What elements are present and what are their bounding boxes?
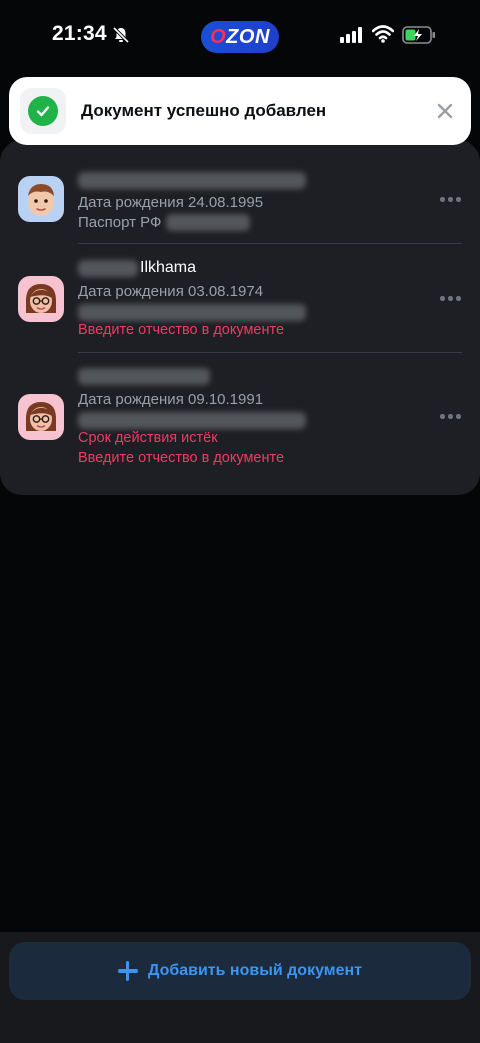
birth-date: Дата рождения 03.08.1974 [78,283,264,300]
add-document-button[interactable]: Добавить новый документ [9,942,471,1000]
document-item[interactable]: Дата рождения 09.10.1991 Срок действия и… [16,366,462,472]
divider [78,352,462,353]
male-avatar [18,176,64,222]
warning-text: Срок действия истёк [78,430,218,446]
document-item[interactable]: Ilkhama Дата рождения 03.08.1974 Введите… [16,258,462,343]
blurred-document-number [78,412,306,429]
more-options-icon[interactable] [440,296,462,302]
blurred-name [78,172,306,189]
status-time: 21:34 [52,22,107,45]
status-bar: 21:34 O ZON [0,0,480,72]
check-circle-icon [28,96,58,126]
document-name: Ilkhama [140,259,197,276]
toast-icon-container [20,88,66,134]
female-avatar [18,394,64,440]
birth-date: Дата рождения 24.08.1995 [78,194,264,211]
warning-text: Введите отчество в документе [78,322,285,338]
more-options-icon[interactable] [440,414,462,420]
plus-icon [117,961,138,981]
document-item[interactable]: Дата рождения 24.08.1995 Паспорт РФ [16,170,462,240]
blurred-name [78,368,210,385]
success-toast: Документ успешно добавлен [9,77,471,145]
blurred-document-number [166,214,250,231]
signal-icon [340,27,362,43]
divider [78,243,462,244]
bell-muted-icon [112,26,130,44]
battery-charging-icon [402,26,435,44]
birth-date: Дата рождения 09.10.1991 [78,391,264,408]
blurred-name [78,260,138,277]
toast-message: Документ успешно добавлен [81,101,327,120]
ozon-logo: O ZON [201,21,279,53]
add-document-label: Добавить новый документ [147,962,362,979]
female-avatar [18,276,64,322]
close-icon[interactable] [434,100,456,122]
more-options-icon[interactable] [440,197,462,203]
wifi-icon [372,25,394,43]
document-type: Паспорт РФ [78,214,162,231]
warning-text: Введите отчество в документе [78,450,285,466]
blurred-document-number [78,304,306,321]
